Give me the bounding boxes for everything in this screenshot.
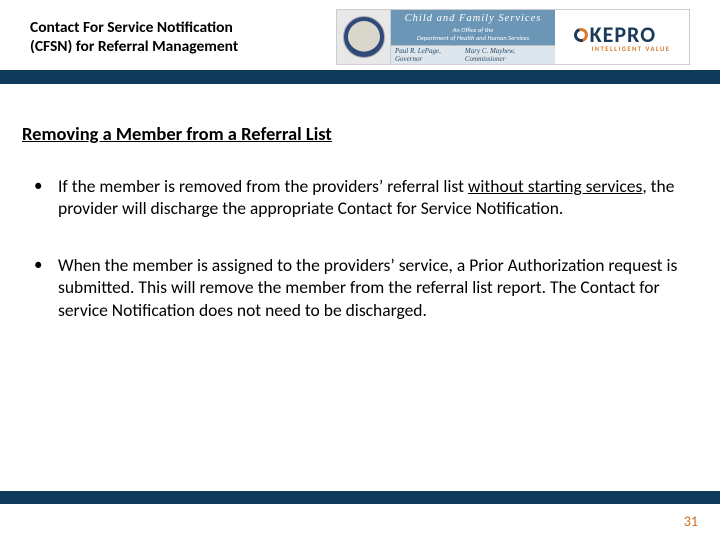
cfs-sub1: An Office of the (453, 27, 494, 34)
bullet1-pre: If the member is removed from the provid… (58, 175, 468, 197)
cfs-title: Child and Family Services (405, 13, 542, 26)
page-number: 31 (684, 513, 698, 530)
header-title-line1: Contact For Service Notification (30, 18, 233, 37)
header-divider-bar (0, 70, 720, 84)
header-title-line2: (CFSN) for Referral Management (30, 37, 238, 56)
kepro-logo-box: KEPRO INTELLIGENT VALUE (555, 10, 689, 64)
officials-strip: Paul R. LePage, Governor Mary C. Mayhew,… (391, 45, 555, 64)
bullet-item-1: If the member is removed from the provid… (34, 175, 690, 220)
bullet-item-2: When the member is assigned to the provi… (34, 254, 690, 321)
commissioner-name: Mary C. Mayhew, Commissioner (465, 47, 551, 63)
kepro-swirl-icon (571, 25, 590, 44)
cfs-banner: Child and Family Services An Office of t… (391, 10, 555, 45)
kepro-logo: KEPRO INTELLIGENT VALUE (574, 21, 671, 53)
footer-divider-bar (0, 491, 720, 504)
kepro-tagline: INTELLIGENT VALUE (592, 45, 671, 53)
bullet-list: If the member is removed from the provid… (22, 175, 690, 321)
seal-icon (343, 16, 385, 58)
slide-content: Removing a Member from a Referral List I… (0, 84, 720, 321)
header-logos: Child and Family Services An Office of t… (336, 9, 690, 65)
kepro-wordmark: KEPRO (590, 21, 657, 48)
header-title: Contact For Service Notification (CFSN) … (30, 18, 330, 57)
governor-name: Paul R. LePage, Governor (395, 47, 465, 63)
state-seal (337, 10, 391, 64)
bullet1-underline: without starting services (468, 175, 642, 197)
cfs-sub2: Department of Health and Human Services (417, 35, 529, 42)
slide-header: Contact For Service Notification (CFSN) … (0, 0, 720, 70)
section-title: Removing a Member from a Referral List (22, 122, 690, 145)
